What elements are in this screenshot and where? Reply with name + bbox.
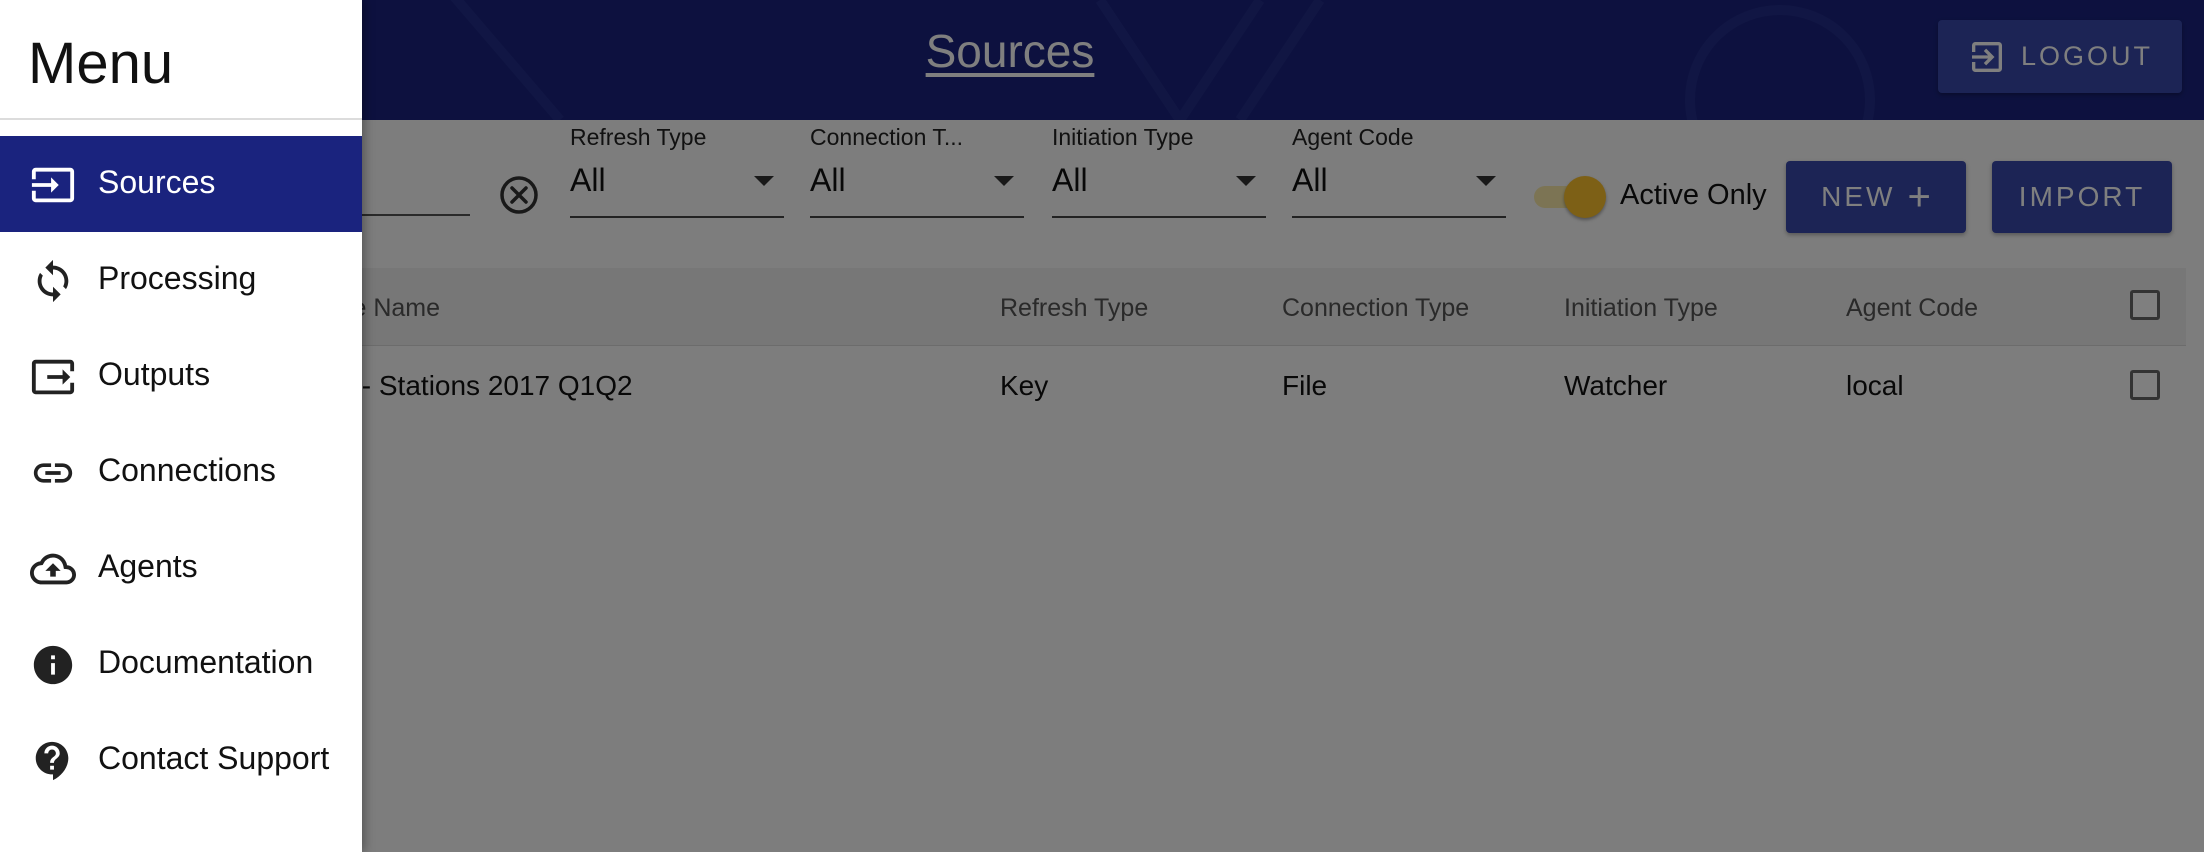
nav-item-connections[interactable]: Connections (0, 424, 362, 520)
nav-item-contact-support[interactable]: Contact Support (0, 712, 362, 808)
input-arrow-icon (31, 167, 75, 203)
nav-item-label: Sources (98, 164, 216, 200)
info-icon (33, 645, 73, 685)
cloud-upload-icon (30, 553, 76, 585)
nav-item-sources[interactable]: Sources (0, 136, 362, 232)
link-icon (33, 463, 73, 483)
nav-item-label: Agents (98, 548, 198, 584)
sync-icon (37, 259, 69, 303)
nav-item-label: Processing (98, 260, 257, 296)
nav-item-outputs[interactable]: Outputs (0, 328, 362, 424)
nav-item-label: Connections (98, 452, 276, 488)
nav-item-label: Documentation (98, 644, 314, 680)
drawer-title: Menu (28, 31, 174, 96)
nav-item-agents[interactable]: Agents (0, 520, 362, 616)
nav-item-processing[interactable]: Processing (0, 232, 362, 328)
drawer-divider (0, 118, 362, 120)
nav-item-label: Outputs (98, 356, 211, 392)
nav-item-documentation[interactable]: Documentation (0, 616, 362, 712)
nav-item-label: Contact Support (98, 740, 330, 776)
output-arrow-icon (31, 359, 75, 395)
help-bubble-icon (35, 741, 69, 781)
navigation-drawer: Menu Sources Processing Outputs Connecti… (0, 0, 362, 852)
